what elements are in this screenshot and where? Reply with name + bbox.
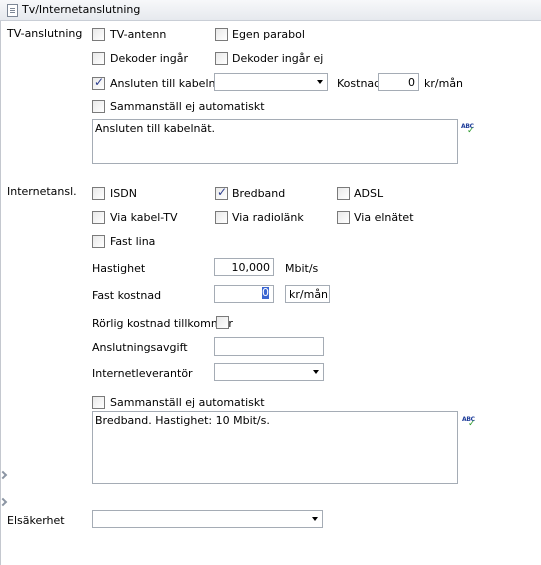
- kostnad-input[interactable]: 0: [378, 73, 419, 91]
- isdn-checkbox[interactable]: [92, 187, 105, 200]
- via-kabel-tv-label: Via kabel-TV: [110, 211, 178, 224]
- kabelnat-dropdown[interactable]: [214, 73, 328, 91]
- fast-kostnad-selection: 0: [262, 286, 269, 299]
- tv-sammanstall-ej-label: Sammanställ ej automatiskt: [110, 100, 265, 113]
- fast-kostnad-unit: kr/mån: [289, 288, 329, 301]
- spellcheck-icon[interactable]: ABC ✓: [461, 123, 477, 136]
- leverantor-dropdown[interactable]: [214, 363, 324, 381]
- spellcheck-icon[interactable]: ABC ✓: [462, 416, 478, 429]
- fast-kostnad-unit-box: kr/mån: [285, 285, 330, 303]
- leverantor-label: Internetleverantör: [92, 367, 193, 380]
- tv-section-label: TV-anslutning: [7, 27, 83, 40]
- via-elnatet-checkbox[interactable]: [337, 211, 350, 224]
- anslutningsavgift-label: Anslutningsavgift: [92, 341, 188, 354]
- anslutningsavgift-input[interactable]: [214, 337, 324, 356]
- fast-lina-checkbox[interactable]: [92, 235, 105, 248]
- via-kabel-tv-checkbox[interactable]: [92, 211, 105, 224]
- window-titlebar: Tv/Internetanslutning: [0, 0, 541, 21]
- elsakerhet-dropdown[interactable]: [92, 510, 323, 528]
- internet-summary-text: Bredband. Hastighet: 10 Mbit/s.: [95, 414, 270, 427]
- bredband-label: Bredband: [232, 187, 286, 200]
- left-border: [0, 21, 1, 565]
- internet-summary-textarea[interactable]: Bredband. Hastighet: 10 Mbit/s.: [92, 411, 458, 484]
- dekoder-ingar-checkbox[interactable]: [92, 52, 105, 65]
- ansluten-kabelnat-label: Ansluten till kabelnät: [110, 77, 227, 90]
- via-radiolank-checkbox[interactable]: [215, 211, 228, 224]
- expand-arrow-icon[interactable]: [0, 497, 8, 507]
- expand-arrow-icon[interactable]: [0, 470, 8, 480]
- egen-parabol-label: Egen parabol: [232, 28, 305, 41]
- ansluten-kabelnat-checkbox[interactable]: [92, 75, 105, 90]
- dekoder-ingar-ej-label: Dekoder ingår ej: [232, 52, 324, 65]
- hastighet-unit: Mbit/s: [285, 262, 319, 275]
- hastighet-value: 10,000: [231, 261, 271, 274]
- fast-kostnad-label: Fast kostnad: [92, 289, 162, 302]
- tv-summary-text: Ansluten till kabelnät.: [95, 122, 216, 135]
- rorlig-kostnad-label: Rörlig kostnad tillkommer: [92, 317, 233, 330]
- kostnad-value: 0: [408, 76, 415, 89]
- egen-parabol-checkbox[interactable]: [215, 28, 228, 41]
- internet-section-label: Internetansl.: [7, 185, 77, 198]
- inet-sammanstall-ej-checkbox[interactable]: [92, 396, 105, 409]
- document-icon: [7, 4, 18, 17]
- tv-antenn-checkbox[interactable]: [92, 28, 105, 41]
- dekoder-ingar-label: Dekoder ingår: [110, 52, 188, 65]
- elsakerhet-label: Elsäkerhet: [7, 514, 65, 527]
- rorlig-kostnad-checkbox[interactable]: [216, 316, 229, 329]
- hastighet-label: Hastighet: [92, 262, 146, 275]
- window-title: Tv/Internetanslutning: [22, 3, 141, 16]
- tv-summary-textarea[interactable]: Ansluten till kabelnät.: [92, 119, 458, 164]
- kostnad-unit: kr/mån: [424, 77, 464, 90]
- fast-lina-label: Fast lina: [110, 235, 156, 248]
- adsl-checkbox[interactable]: [337, 187, 350, 200]
- inet-sammanstall-ej-label: Sammanställ ej automatiskt: [110, 396, 265, 409]
- chevron-down-icon: [317, 80, 323, 84]
- isdn-label: ISDN: [110, 187, 137, 200]
- dekoder-ingar-ej-checkbox[interactable]: [215, 52, 228, 65]
- chevron-down-icon: [313, 370, 319, 374]
- via-radiolank-label: Via radiolänk: [232, 211, 304, 224]
- adsl-label: ADSL: [354, 187, 384, 200]
- tv-antenn-label: TV-antenn: [110, 28, 167, 41]
- hastighet-input[interactable]: 10,000: [214, 258, 274, 276]
- chevron-down-icon: [312, 517, 318, 521]
- tv-sammanstall-ej-checkbox[interactable]: [92, 100, 105, 113]
- via-elnatet-label: Via elnätet: [354, 211, 414, 224]
- kostnad-label: Kostnad: [337, 77, 382, 90]
- fast-kostnad-value: 0: [262, 286, 269, 299]
- bredband-checkbox[interactable]: [215, 185, 228, 200]
